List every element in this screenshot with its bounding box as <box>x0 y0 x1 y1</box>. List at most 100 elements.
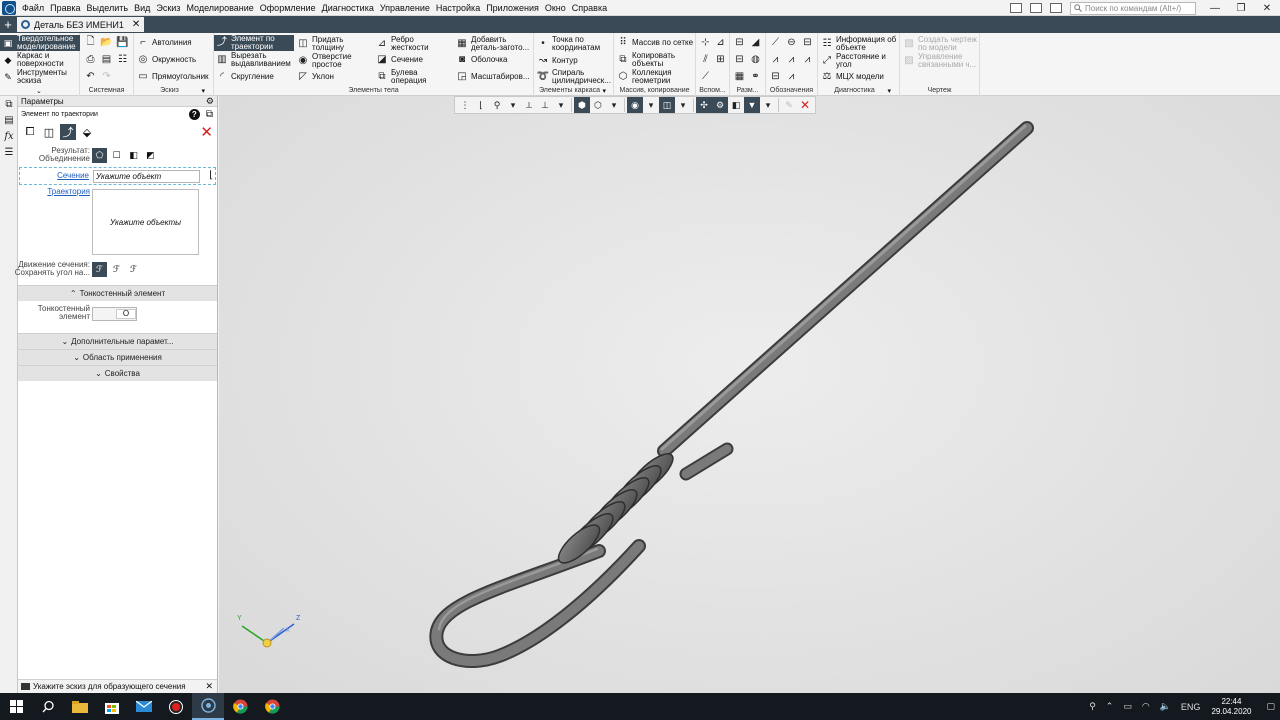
menu-help[interactable]: Справка <box>569 3 610 13</box>
menu-diagnostics[interactable]: Диагностика <box>319 3 377 13</box>
draft-button[interactable]: ◸ Уклон <box>297 71 334 83</box>
menu-management[interactable]: Управление <box>377 3 433 13</box>
base-icon[interactable]: ⩘ <box>785 70 798 83</box>
close-status-icon[interactable]: ✕ <box>205 681 213 692</box>
chrome-button[interactable] <box>224 693 256 720</box>
redo-icon[interactable]: ↷ <box>100 70 113 83</box>
linked-drawings-button[interactable]: ▨ Управление связанными ч... <box>903 53 976 69</box>
geometry-collection-button[interactable]: ⬡ Коллекция геометрии <box>617 69 672 85</box>
mode-solid-modeling[interactable]: ▣ Твердотельное моделирование <box>0 35 80 51</box>
properties-section-header[interactable]: ⌄ Свойства <box>18 365 217 381</box>
extrude-cut-button[interactable]: ▥ Вырезать выдавливанием <box>216 52 291 68</box>
aux-plane-icon[interactable]: ⊹ <box>699 36 712 49</box>
menu-edit[interactable]: Правка <box>47 3 83 13</box>
sweep-params-tab-icon[interactable]: ⤴ <box>60 124 76 140</box>
motion-keep-angle-icon[interactable]: ℱ <box>92 262 107 277</box>
document-tab[interactable]: Деталь БЕЗ ИМЕНИ1 ✕ <box>17 17 145 32</box>
thicken-button[interactable]: ◫ Придать толщину <box>297 36 344 52</box>
list-icon[interactable]: ☰ <box>0 144 18 160</box>
dim-table-icon[interactable]: ▦ <box>733 70 746 83</box>
menu-file[interactable]: Файл <box>19 3 47 13</box>
model-tree-icon[interactable]: ⧉ <box>0 96 18 112</box>
record-button[interactable] <box>160 693 192 720</box>
wifi-icon[interactable]: ◠ <box>1142 701 1150 712</box>
trajectory-list[interactable]: Укажите объекты <box>92 189 199 255</box>
menu-formatting[interactable]: Оформление <box>257 3 319 13</box>
explorer-button[interactable] <box>64 693 96 720</box>
help-icon[interactable]: ? <box>188 108 200 120</box>
rectangle-button[interactable]: ▭ Прямоугольник <box>137 71 208 83</box>
add-blank-part-button[interactable]: ▦ Добавить деталь-загото... <box>456 36 529 52</box>
expand-modes-chevron-icon[interactable]: ⌄ <box>36 87 42 95</box>
create-drawing-button[interactable]: ▧ Создать чертеж по модели <box>903 36 977 52</box>
trajectory-link[interactable]: Траектория <box>47 187 90 196</box>
store-button[interactable] <box>96 693 128 720</box>
tray-expand-icon[interactable]: ⌃ <box>1106 701 1114 712</box>
print-icon[interactable]: ⎙ <box>84 53 97 66</box>
menu-applications[interactable]: Приложения <box>483 3 542 13</box>
marking-icon[interactable]: ⩘ <box>801 53 814 66</box>
object-info-button[interactable]: ☷ Информация об объекте <box>821 36 897 52</box>
menu-window[interactable]: Окно <box>542 3 569 13</box>
result-subtract-icon[interactable]: ◧ <box>126 148 141 163</box>
thin-wall-section-header[interactable]: ⌃ Тонкостенный элемент <box>18 285 217 301</box>
result-new-body-icon[interactable]: ☐ <box>109 148 124 163</box>
sweep-button[interactable]: ⤴ Элемент по траектории <box>214 35 294 51</box>
new-document-button[interactable]: + <box>0 16 16 33</box>
menu-settings[interactable]: Настройка <box>433 3 483 13</box>
circle-button[interactable]: ◎ Окружность <box>137 54 197 66</box>
extra-params-section-header[interactable]: ⌄ Дополнительные парамет... <box>18 333 217 349</box>
motion-parallel-icon[interactable]: ℱ <box>109 262 124 277</box>
layout-icon[interactable] <box>1050 3 1062 13</box>
aux-axis-icon[interactable]: ⫽ <box>699 53 712 66</box>
undo-icon[interactable]: ↶ <box>84 70 97 83</box>
motion-orthogonal-icon[interactable]: ℱ <box>126 262 141 277</box>
chrome-profile-button[interactable] <box>256 693 288 720</box>
volume-icon[interactable]: 🔈 <box>1160 701 1171 712</box>
language-indicator[interactable]: ENG <box>1181 702 1201 712</box>
aux-lcs-icon[interactable]: ⊞ <box>714 53 727 66</box>
contour-button[interactable]: ↝ Контур <box>537 55 578 67</box>
diag-group-dropdown-icon[interactable]: ▾ <box>887 87 891 95</box>
screenshot-icon[interactable] <box>1030 3 1042 13</box>
aux-line-icon[interactable]: ⟋ <box>699 70 712 83</box>
panel-toggle-icon[interactable] <box>1010 3 1022 13</box>
tray-clock[interactable]: 22:44 29.04.2020 <box>1211 697 1251 717</box>
dim-link-icon[interactable]: ⚭ <box>749 70 762 83</box>
result-intersect-icon[interactable]: ◩ <box>143 148 158 163</box>
leader-icon[interactable]: ⟋ <box>769 36 782 49</box>
boolean-button[interactable]: ⧉ Булева операция <box>376 69 426 85</box>
menu-select[interactable]: Выделить <box>84 3 132 13</box>
shell-button[interactable]: ◙ Оболочка <box>456 54 507 66</box>
linear-dim-icon[interactable]: ⊟ <box>733 36 746 49</box>
grid-array-button[interactable]: ⠿ Массив по сетке <box>617 37 693 49</box>
cancel-operation-icon[interactable]: ✕ <box>200 123 213 141</box>
rib-button[interactable]: ⊿ Ребро жесткости <box>376 36 429 52</box>
app-logo-icon[interactable] <box>2 0 16 15</box>
open-file-icon[interactable]: 📂 <box>100 36 113 49</box>
layers-icon[interactable]: ▤ <box>0 112 18 128</box>
datum-icon[interactable]: ⊖ <box>785 36 798 49</box>
thin-wall-tab-icon[interactable]: ◫ <box>41 124 57 140</box>
command-search-input[interactable]: Поиск по командам (Alt+/) <box>1070 1 1196 15</box>
network-icon[interactable]: ▭ <box>1123 701 1132 712</box>
scope-section-header[interactable]: ⌄ Область применения <box>18 349 217 365</box>
menu-modeling[interactable]: Моделирование <box>183 3 256 13</box>
fillet-button[interactable]: ◜ Скругление <box>216 71 274 83</box>
weld-icon[interactable]: ⩘ <box>769 53 782 66</box>
save-icon[interactable]: 💾 <box>116 36 129 49</box>
diameter-dim-icon[interactable]: ◍ <box>749 53 762 66</box>
page-icon[interactable]: ▤ <box>100 53 113 66</box>
cylindrical-helix-button[interactable]: ➰ Спираль цилиндрическ... <box>537 69 611 85</box>
tolerance-icon[interactable]: ⩘ <box>785 53 798 66</box>
radial-dim-icon[interactable]: ⊟ <box>733 53 746 66</box>
position-icon[interactable]: ⊟ <box>769 70 782 83</box>
start-button[interactable] <box>0 693 32 720</box>
mode-wireframe-surfaces[interactable]: ◆ Каркас и поверхности <box>0 52 80 68</box>
autoline-button[interactable]: ⌐ Автолиния <box>137 37 192 49</box>
pick-object-icon[interactable]: ⌊ <box>209 170 213 181</box>
minimize-button[interactable]: — <box>1202 0 1228 16</box>
tree-icon[interactable]: ⧉ <box>206 109 213 120</box>
frame-group-dropdown-icon[interactable]: ▾ <box>602 87 606 95</box>
properties-tab-icon[interactable]: ⬙ <box>79 124 95 140</box>
